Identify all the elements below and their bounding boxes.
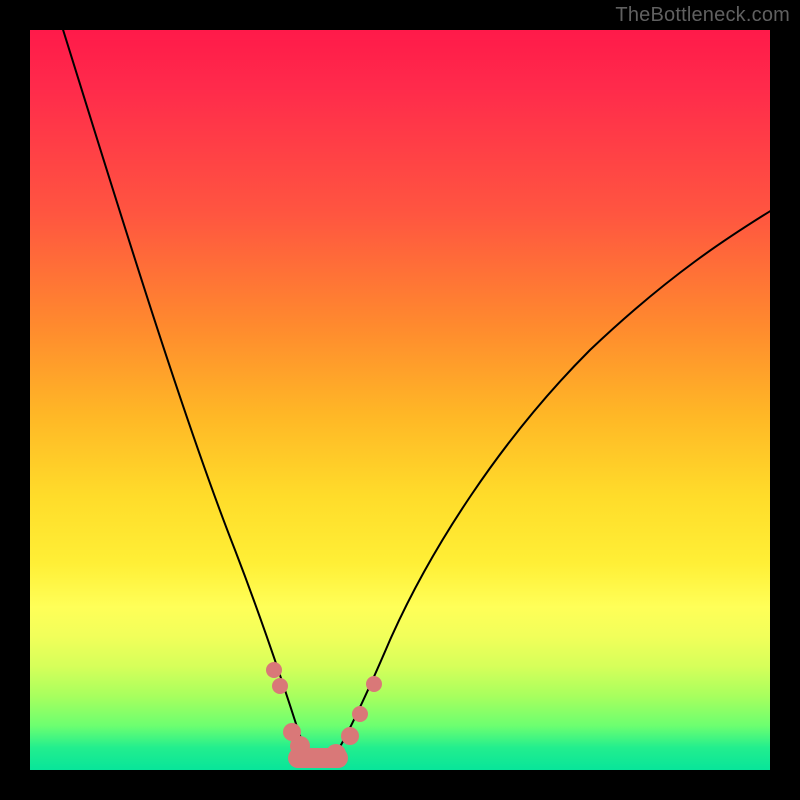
- watermark-text: TheBottleneck.com: [615, 4, 790, 27]
- marker-dot: [341, 727, 359, 745]
- marker-dot: [326, 744, 346, 764]
- left-curve: [60, 30, 315, 766]
- marker-dot: [272, 678, 288, 694]
- curves-svg: [30, 30, 770, 770]
- plot-area: [30, 30, 770, 770]
- chart-frame: TheBottleneck.com: [0, 0, 800, 800]
- marker-dot: [290, 736, 310, 756]
- marker-dot: [266, 662, 282, 678]
- marker-dot: [366, 676, 382, 692]
- marker-dot: [352, 706, 368, 722]
- right-curve: [328, 210, 770, 766]
